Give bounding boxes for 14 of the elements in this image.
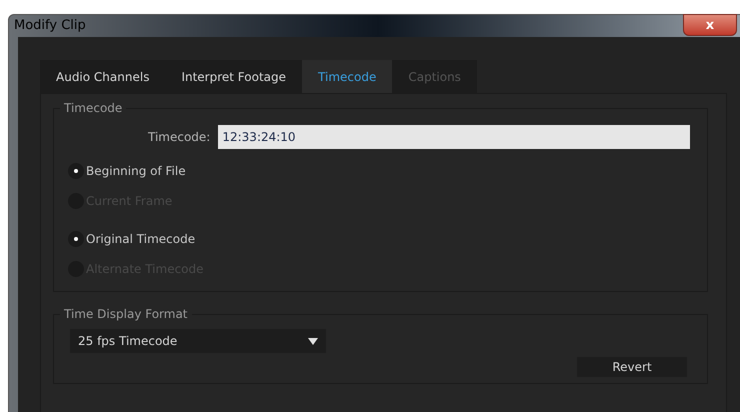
radio-button[interactable]	[68, 231, 84, 247]
radio-label: Original Timecode	[86, 231, 196, 248]
radio-label: Beginning of File	[86, 163, 186, 180]
close-button[interactable]: x	[683, 14, 737, 36]
tab[interactable]: Audio Channels	[40, 60, 166, 93]
revert-button[interactable]: Revert	[577, 357, 687, 377]
tab[interactable]: Timecode	[302, 60, 392, 93]
dropdown-caret-icon	[308, 338, 318, 344]
tab[interactable]: Interpret Footage	[165, 60, 302, 93]
window-title: Modify Clip	[14, 17, 86, 36]
format-dropdown[interactable]: 25 fps Timecode	[70, 329, 326, 353]
radio-button[interactable]	[68, 163, 84, 179]
field-label: Timecode:	[148, 129, 210, 146]
timecode-field[interactable]: 12:33:24:10	[218, 125, 690, 149]
